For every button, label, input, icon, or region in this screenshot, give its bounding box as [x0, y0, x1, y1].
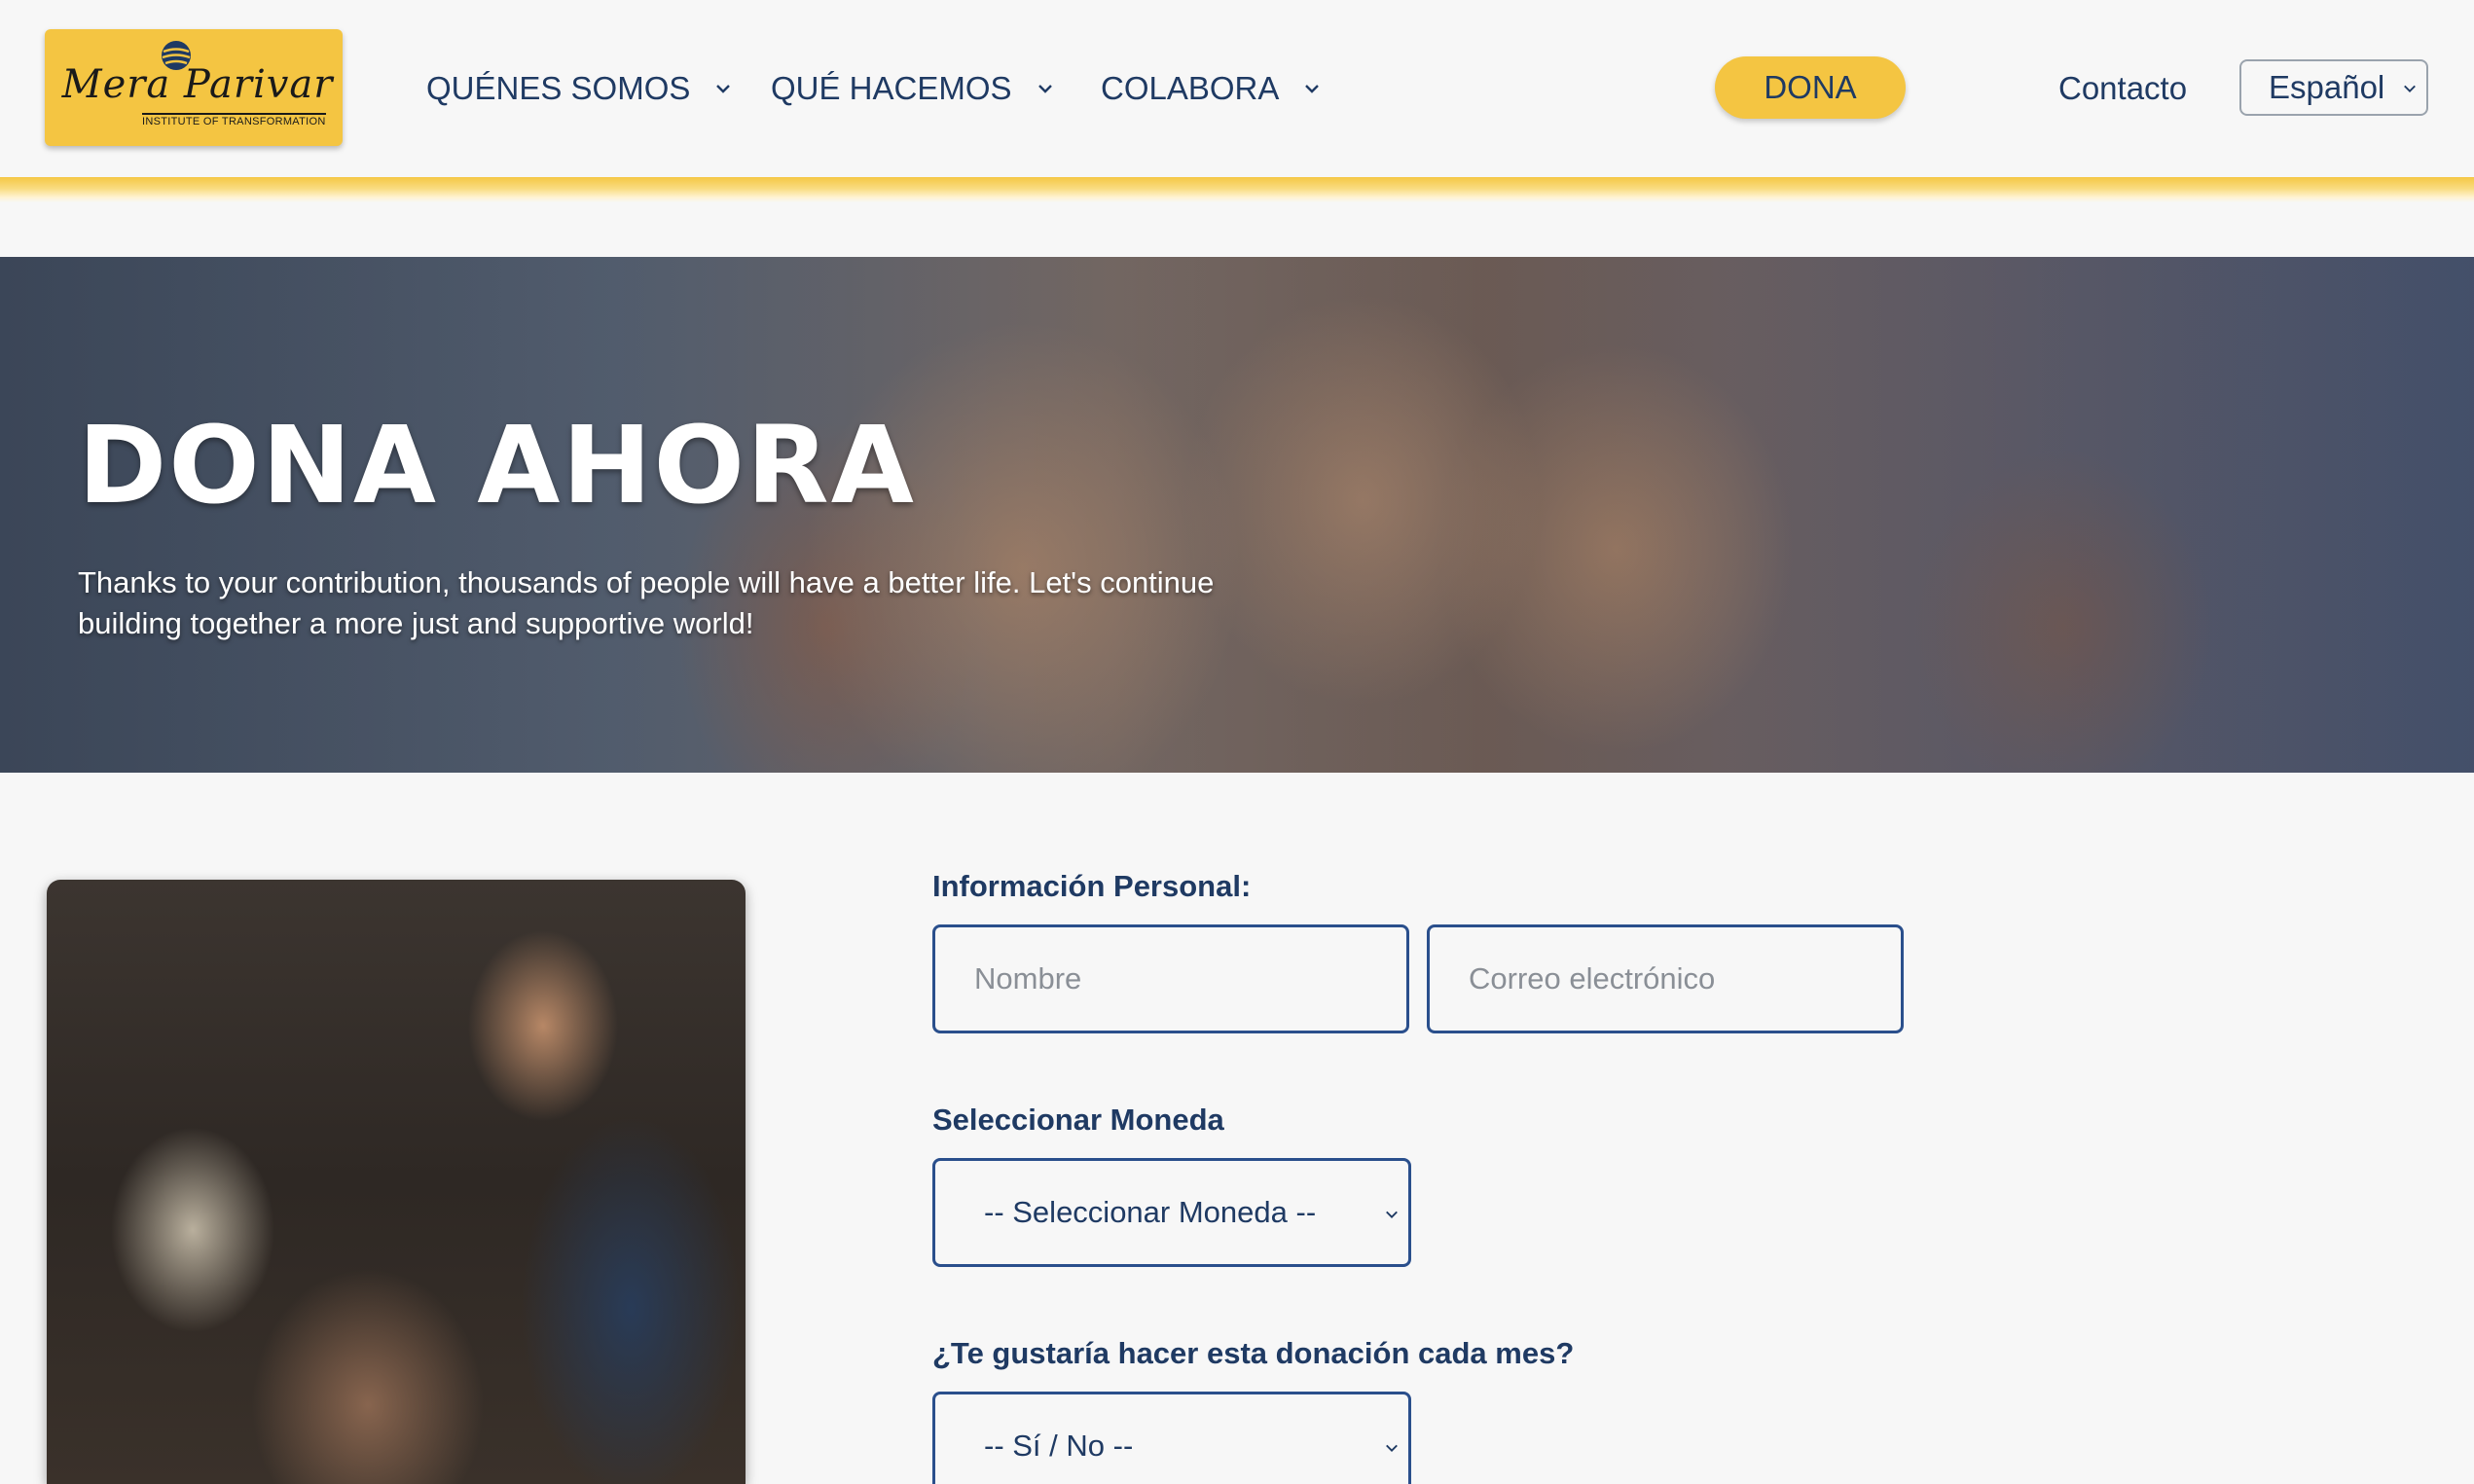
nav-item-colabora[interactable]: COLABORA [1101, 66, 1320, 111]
hero-banner: DONA AHORA Thanks to your contribution, … [0, 257, 2474, 773]
site-header: Mera Parivar INSTITUTE OF TRANSFORMATION… [0, 0, 2474, 177]
chevron-down-icon [716, 85, 731, 93]
monthly-select-value: -- Sí / No -- [984, 1429, 1134, 1463]
chevron-down-icon [1386, 1211, 1398, 1218]
logo-tagline: INSTITUTE OF TRANSFORMATION [142, 113, 326, 127]
name-input[interactable] [932, 924, 1409, 1033]
chevron-down-icon [1305, 85, 1320, 93]
personal-info-label: Información Personal: [932, 869, 1252, 903]
chevron-down-icon [1037, 85, 1052, 93]
header-accent-stripe [0, 177, 2474, 202]
nav-item-que-hacemos[interactable]: QUÉ HACEMOS [771, 66, 1053, 111]
donate-button[interactable]: DONA [1715, 56, 1906, 119]
contact-link[interactable]: Contacto [2058, 66, 2187, 111]
mother-children-photo [47, 880, 746, 1484]
hero-subtitle: Thanks to your contribution, thousands o… [78, 565, 1215, 640]
chevron-down-icon [2404, 85, 2416, 92]
nav-item-label: QUÉ HACEMOS [771, 70, 1012, 106]
nav-item-label: COLABORA [1101, 70, 1280, 106]
monthly-donation-label: ¿Te gustaría hacer esta donación cada me… [932, 1336, 1575, 1370]
email-input[interactable] [1427, 924, 1904, 1033]
chevron-down-icon [1386, 1444, 1398, 1452]
language-select-value: Español [2269, 69, 2385, 105]
nav-item-label: QUÉNES SOMOS [426, 70, 691, 106]
language-select[interactable]: Español [2239, 59, 2428, 116]
currency-select-value: -- Seleccionar Moneda -- [984, 1195, 1317, 1229]
hero-title: DONA AHORA [78, 403, 916, 527]
nav-item-quienes-somos[interactable]: QUÉNES SOMOS [426, 66, 731, 111]
logo-name: Mera Parivar [61, 62, 334, 107]
logo[interactable]: Mera Parivar INSTITUTE OF TRANSFORMATION [45, 29, 343, 146]
currency-label: Seleccionar Moneda [932, 1103, 1224, 1137]
currency-select[interactable]: -- Seleccionar Moneda -- [932, 1158, 1411, 1267]
monthly-donation-select[interactable]: -- Sí / No -- [932, 1392, 1411, 1484]
